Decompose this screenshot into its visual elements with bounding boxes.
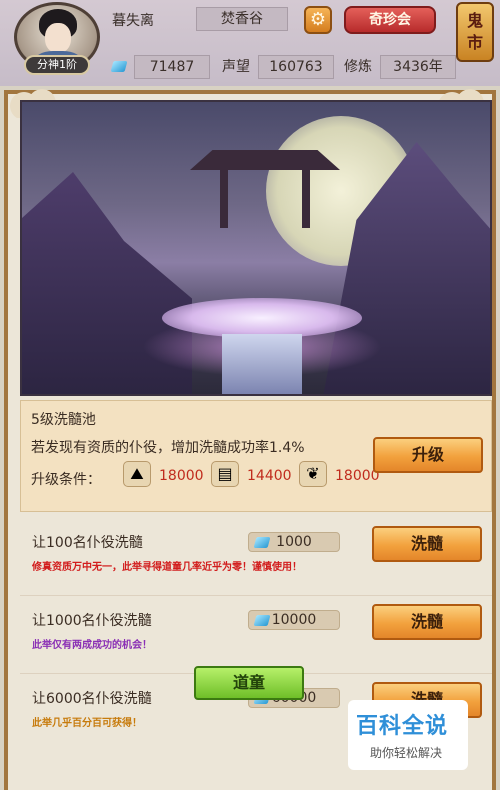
- ore-amount: 18000: [159, 468, 204, 484]
- wash-option-row: 让100名仆役洗髓 1000 修真资质万中无一，此举寻得道童几率近乎为零！谨慎使…: [20, 524, 492, 596]
- wash-cost-value: 10000: [271, 612, 317, 628]
- gear-icon: ⚙: [309, 9, 327, 30]
- pool-level-title: 5级洗髓池: [31, 412, 96, 428]
- wood-amount: 14400: [247, 468, 292, 484]
- reputation-label: 声望: [222, 59, 250, 75]
- spirit-stone-icon: [253, 615, 271, 626]
- marrow-pool-illustration: [162, 298, 362, 338]
- cultivation-label: 修炼: [344, 59, 372, 75]
- wash-option-row: 让1000名仆役洗髓 10000 此举仅有两成成功的机会！ 洗髓: [20, 602, 492, 674]
- wash-option-note: 此举仅有两成成功的机会！: [32, 640, 152, 651]
- temple-gate-illustration: [190, 150, 340, 228]
- marrow-pool-scene-image: [20, 100, 492, 396]
- upgrade-button[interactable]: 升级: [373, 437, 483, 473]
- ore-icon: ⛰: [123, 461, 151, 487]
- herb-icon: ❦: [299, 461, 327, 487]
- wash-cost-box: 10000: [248, 610, 340, 630]
- wash-option-note: 修真资质万中无一，此举寻得道童几率近乎为零！谨慎使用！: [32, 562, 302, 573]
- treasure-fair-button[interactable]: 奇珍会: [344, 6, 436, 34]
- spirit-stone-icon: [110, 61, 128, 72]
- wash-option-title: 让6000名仆役洗髓: [32, 691, 152, 707]
- wash-option-title: 让1000名仆役洗髓: [32, 613, 152, 629]
- acolyte-button[interactable]: 道童: [194, 666, 304, 700]
- cultivation-value: 3436年: [380, 55, 456, 79]
- spirit-stone-icon: [253, 537, 271, 548]
- wood-icon: ▤: [211, 461, 239, 487]
- ghost-market-button[interactable]: 鬼 市: [456, 2, 494, 62]
- player-name: 暮失离: [112, 13, 154, 29]
- ghost-market-char-1: 鬼: [466, 11, 483, 30]
- wash-cost-value: 1000: [276, 534, 312, 550]
- ghost-market-char-2: 市: [466, 33, 483, 52]
- spirit-stone-count: 71487: [134, 55, 210, 79]
- settings-gear-button[interactable]: ⚙: [304, 6, 332, 34]
- wash-option-title: 让100名仆役洗髓: [32, 535, 143, 551]
- sect-name: 焚香谷: [196, 7, 288, 31]
- upgrade-section: 5级洗髓池 若发现有资质的仆役，增加洗髓成功率1.4% 升级条件： ⛰ 1800…: [20, 400, 492, 512]
- watermark-subtitle: 助你轻松解决: [370, 746, 443, 760]
- wash-cost-box: 1000: [248, 532, 340, 552]
- pool-effect-description: 若发现有资质的仆役，增加洗髓成功率1.4%: [31, 440, 305, 456]
- waterfall-illustration: [222, 334, 302, 394]
- wash-button-1000[interactable]: 洗髓: [372, 604, 482, 640]
- top-status-bar: 分神1阶 暮失离 焚香谷 ⚙ 奇珍会 鬼 市 71487 声望 160763 修…: [0, 0, 500, 86]
- upgrade-condition-label: 升级条件：: [31, 472, 101, 488]
- wash-option-note: 此举几乎百分百可获得！: [32, 718, 142, 729]
- rank-badge: 分神1阶: [24, 55, 90, 75]
- reputation-value: 160763: [258, 55, 334, 79]
- watermark-logo: 百科全说 助你轻松解决: [348, 700, 468, 770]
- watermark-title: 百科全说: [356, 714, 449, 739]
- wash-button-100[interactable]: 洗髓: [372, 526, 482, 562]
